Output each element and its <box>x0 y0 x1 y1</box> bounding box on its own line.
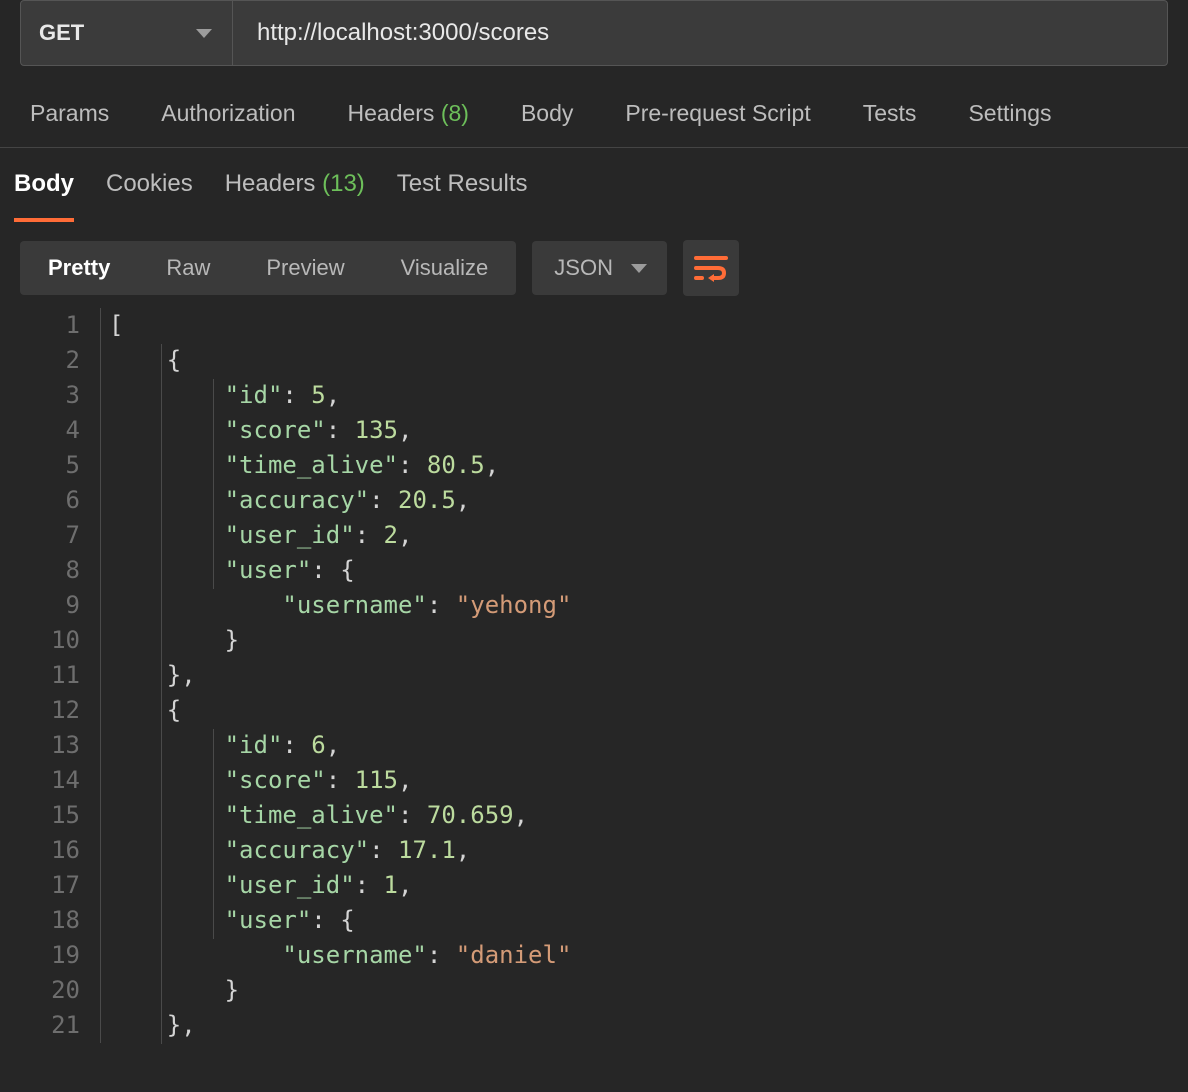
line-number: 15 <box>0 798 80 833</box>
line-number: 6 <box>0 483 80 518</box>
line-number: 10 <box>0 623 80 658</box>
line-number: 16 <box>0 833 80 868</box>
tab-response-headers-label: Headers <box>225 170 316 197</box>
line-number: 13 <box>0 728 80 763</box>
tab-settings[interactable]: Settings <box>968 100 1051 127</box>
body-format-select[interactable]: JSON <box>532 241 667 295</box>
tab-prerequest-script[interactable]: Pre-request Script <box>625 100 810 127</box>
line-number: 14 <box>0 763 80 798</box>
response-tabs: Body Cookies Headers (13) Test Results <box>0 148 1188 240</box>
tab-request-headers[interactable]: Headers (8) <box>348 100 469 127</box>
line-number: 2 <box>0 343 80 378</box>
tab-test-results[interactable]: Test Results <box>397 170 528 222</box>
line-number: 12 <box>0 693 80 728</box>
body-format-label: JSON <box>554 255 613 281</box>
line-number: 7 <box>0 518 80 553</box>
response-body-code: 1 2 3 4 5 6 7 8 9 10 11 12 13 14 15 16 1… <box>0 304 1188 1043</box>
line-number: 8 <box>0 553 80 588</box>
line-number: 1 <box>0 308 80 343</box>
http-method-label: GET <box>39 20 84 46</box>
tab-params[interactable]: Params <box>30 100 109 127</box>
view-pretty[interactable]: Pretty <box>20 241 138 295</box>
wrap-lines-button[interactable] <box>683 240 739 296</box>
tab-tests[interactable]: Tests <box>863 100 917 127</box>
line-number: 21 <box>0 1008 80 1043</box>
request-headers-count: (8) <box>441 100 469 126</box>
line-number: 17 <box>0 868 80 903</box>
line-number: 11 <box>0 658 80 693</box>
line-number: 4 <box>0 413 80 448</box>
chevron-down-icon <box>631 264 647 273</box>
line-number: 18 <box>0 903 80 938</box>
code-content[interactable]: [ { "id": 5, "score": 135, "time_alive":… <box>100 308 1188 1043</box>
line-number: 3 <box>0 378 80 413</box>
tab-authorization[interactable]: Authorization <box>161 100 295 127</box>
view-raw[interactable]: Raw <box>138 241 238 295</box>
body-view-mode-group: Pretty Raw Preview Visualize <box>20 241 516 295</box>
line-number: 19 <box>0 938 80 973</box>
request-bar: GET <box>20 0 1168 66</box>
tab-request-headers-label: Headers <box>348 100 435 126</box>
tab-response-cookies[interactable]: Cookies <box>106 170 193 222</box>
view-preview[interactable]: Preview <box>238 241 372 295</box>
wrap-icon <box>694 254 728 282</box>
tab-response-body[interactable]: Body <box>14 170 74 222</box>
request-tabs: Params Authorization Headers (8) Body Pr… <box>0 82 1188 148</box>
tab-response-headers[interactable]: Headers (13) <box>225 170 365 222</box>
line-number: 9 <box>0 588 80 623</box>
url-input[interactable] <box>233 1 1167 65</box>
line-number: 5 <box>0 448 80 483</box>
view-visualize[interactable]: Visualize <box>373 241 517 295</box>
response-headers-count: (13) <box>322 170 365 197</box>
http-method-select[interactable]: GET <box>21 1 233 65</box>
chevron-down-icon <box>196 29 212 38</box>
tab-request-body[interactable]: Body <box>521 100 573 127</box>
line-number-gutter: 1 2 3 4 5 6 7 8 9 10 11 12 13 14 15 16 1… <box>0 308 100 1043</box>
line-number: 20 <box>0 973 80 1008</box>
body-toolbar: Pretty Raw Preview Visualize JSON <box>0 240 1188 304</box>
